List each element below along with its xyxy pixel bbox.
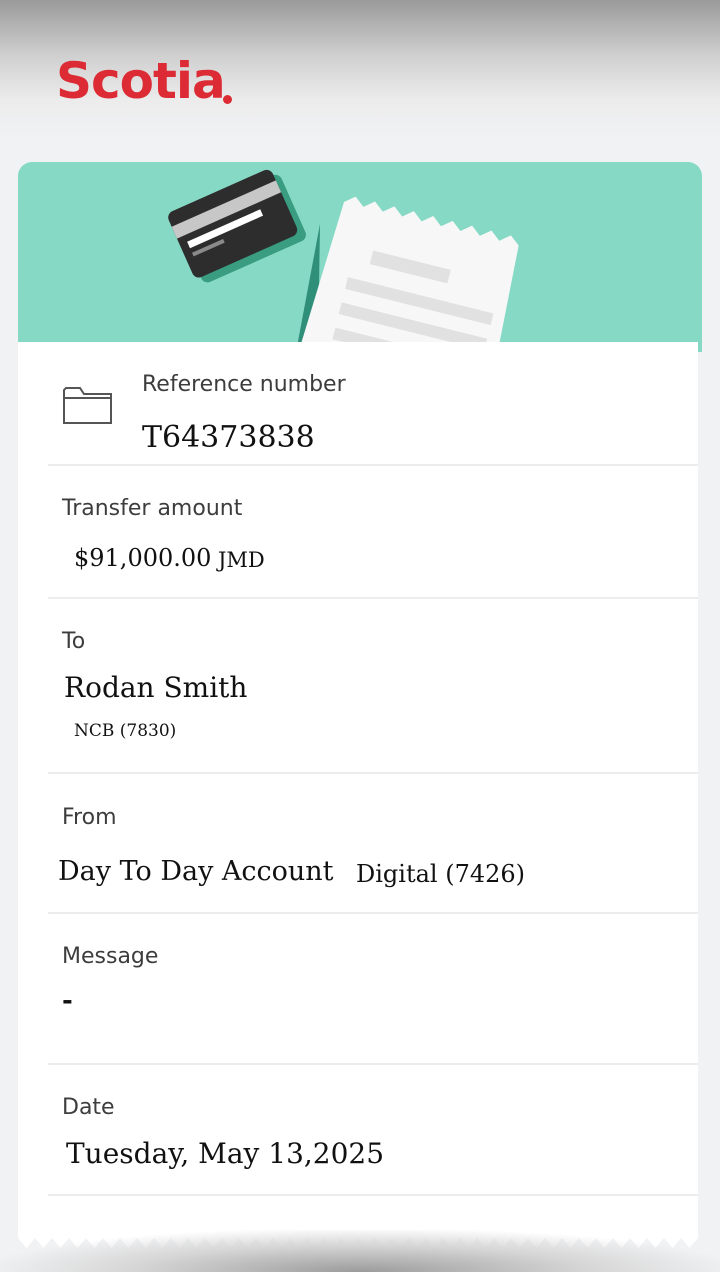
- message-value: -: [62, 986, 73, 1016]
- recipient-name: Rodan Smith: [64, 671, 248, 704]
- receipt-banner: [18, 162, 702, 352]
- amount-label: Transfer amount: [62, 496, 243, 521]
- recipient-account: NCB (7830): [74, 721, 177, 741]
- bottom-shadow: [0, 1230, 720, 1272]
- to-label: To: [62, 629, 86, 654]
- from-label: From: [62, 805, 117, 830]
- amount-row: Transfer amount $91,000.00 JMD: [48, 466, 698, 599]
- from-account: Day To Day Account: [58, 856, 334, 887]
- reference-row: Reference number T64373838: [48, 342, 698, 466]
- from-account-detail: Digital (7426): [356, 860, 526, 888]
- amount-value: $91,000.00: [74, 544, 212, 572]
- to-row: To Rodan Smith NCB (7830): [48, 599, 698, 774]
- receipt-icon: [285, 196, 519, 352]
- message-row: Message -: [48, 914, 698, 1065]
- reference-value: T64373838: [142, 420, 315, 455]
- date-value: Tuesday, May 13,2025: [66, 1137, 385, 1170]
- scotia-logo: Scotia: [56, 52, 226, 110]
- folder-icon: [63, 387, 112, 424]
- reference-label: Reference number: [142, 372, 346, 397]
- message-label: Message: [62, 944, 159, 969]
- from-row: From Day To Day Account Digital (7426): [48, 774, 698, 914]
- logo-dot: [223, 95, 232, 104]
- receipt-card: Reference number T64373838 Transfer amou…: [18, 342, 698, 1222]
- credit-card-icon: [168, 169, 306, 283]
- date-label: Date: [62, 1095, 115, 1120]
- amount-currency: JMD: [218, 548, 265, 572]
- date-row: Date Tuesday, May 13,2025: [48, 1065, 698, 1196]
